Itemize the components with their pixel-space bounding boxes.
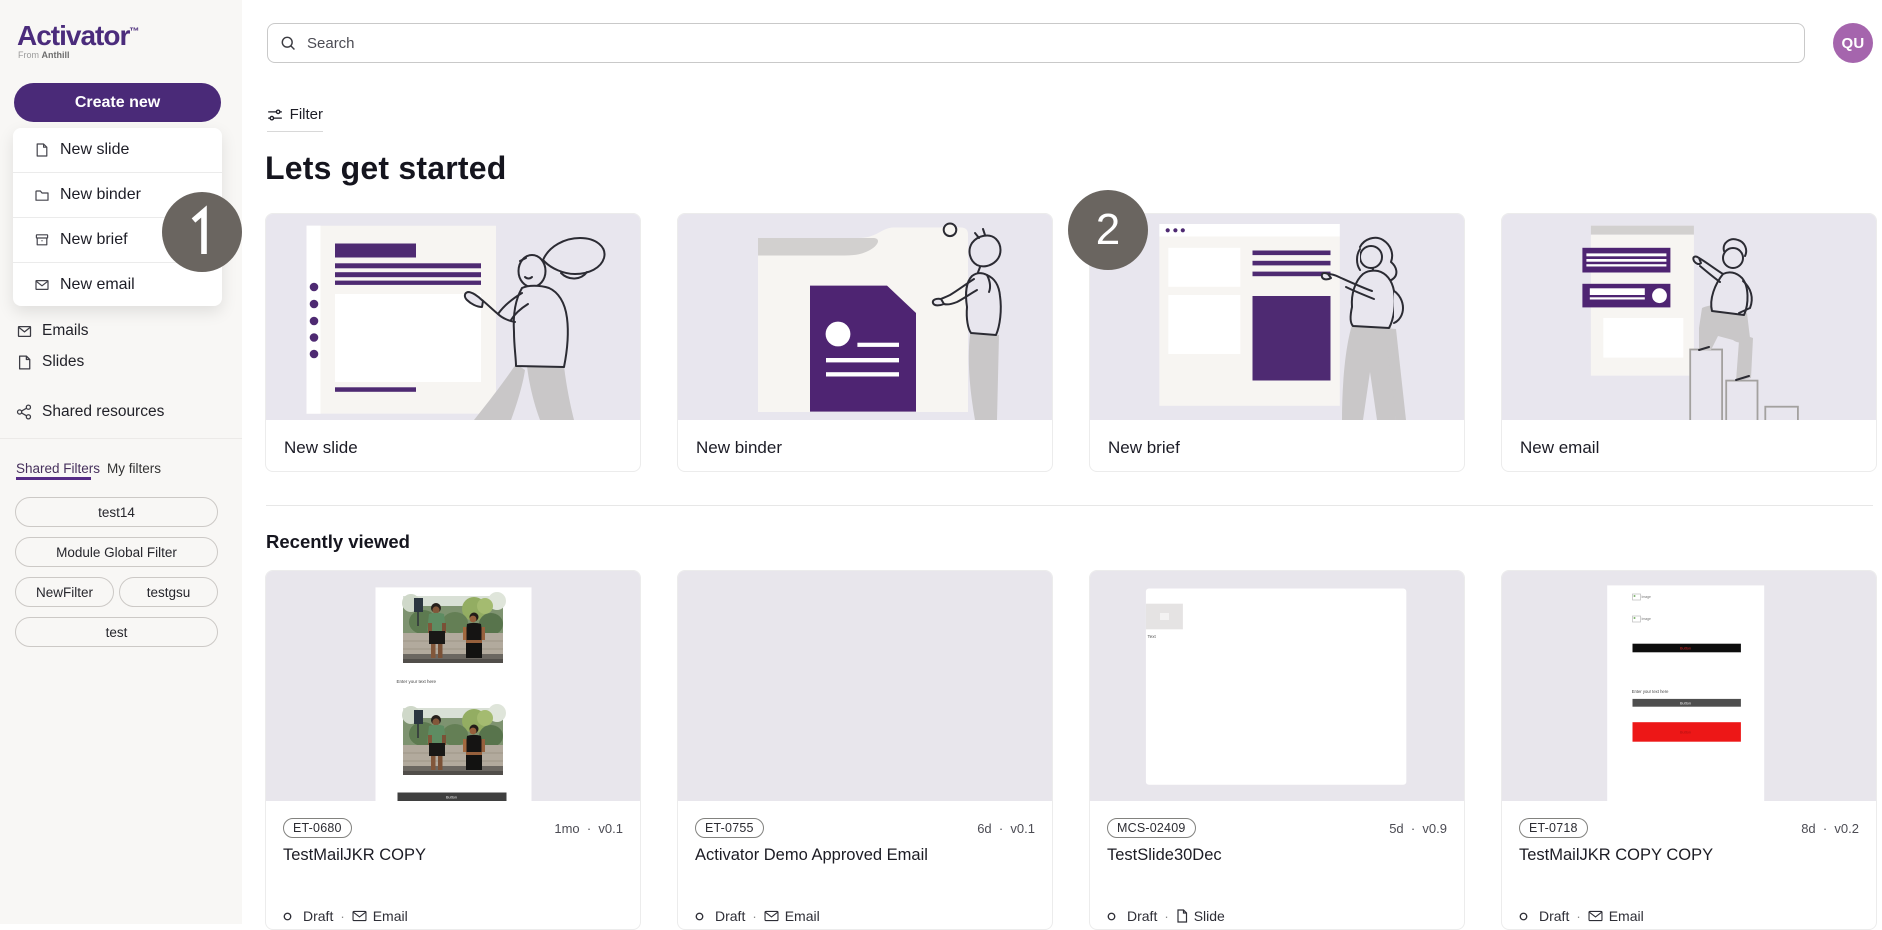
svg-text:Text: Text [1148, 634, 1157, 639]
svg-text:Enter your text here: Enter your text here [1632, 689, 1669, 694]
svg-text:Image: Image [1642, 617, 1652, 621]
svg-text:Image: Image [1642, 595, 1652, 599]
svg-text:Button: Button [1680, 647, 1691, 651]
svg-text:Button: Button [446, 796, 457, 800]
svg-text:Button: Button [1680, 731, 1691, 735]
svg-text:Enter your text here: Enter your text here [397, 679, 437, 684]
svg-text:Button: Button [1680, 702, 1691, 706]
